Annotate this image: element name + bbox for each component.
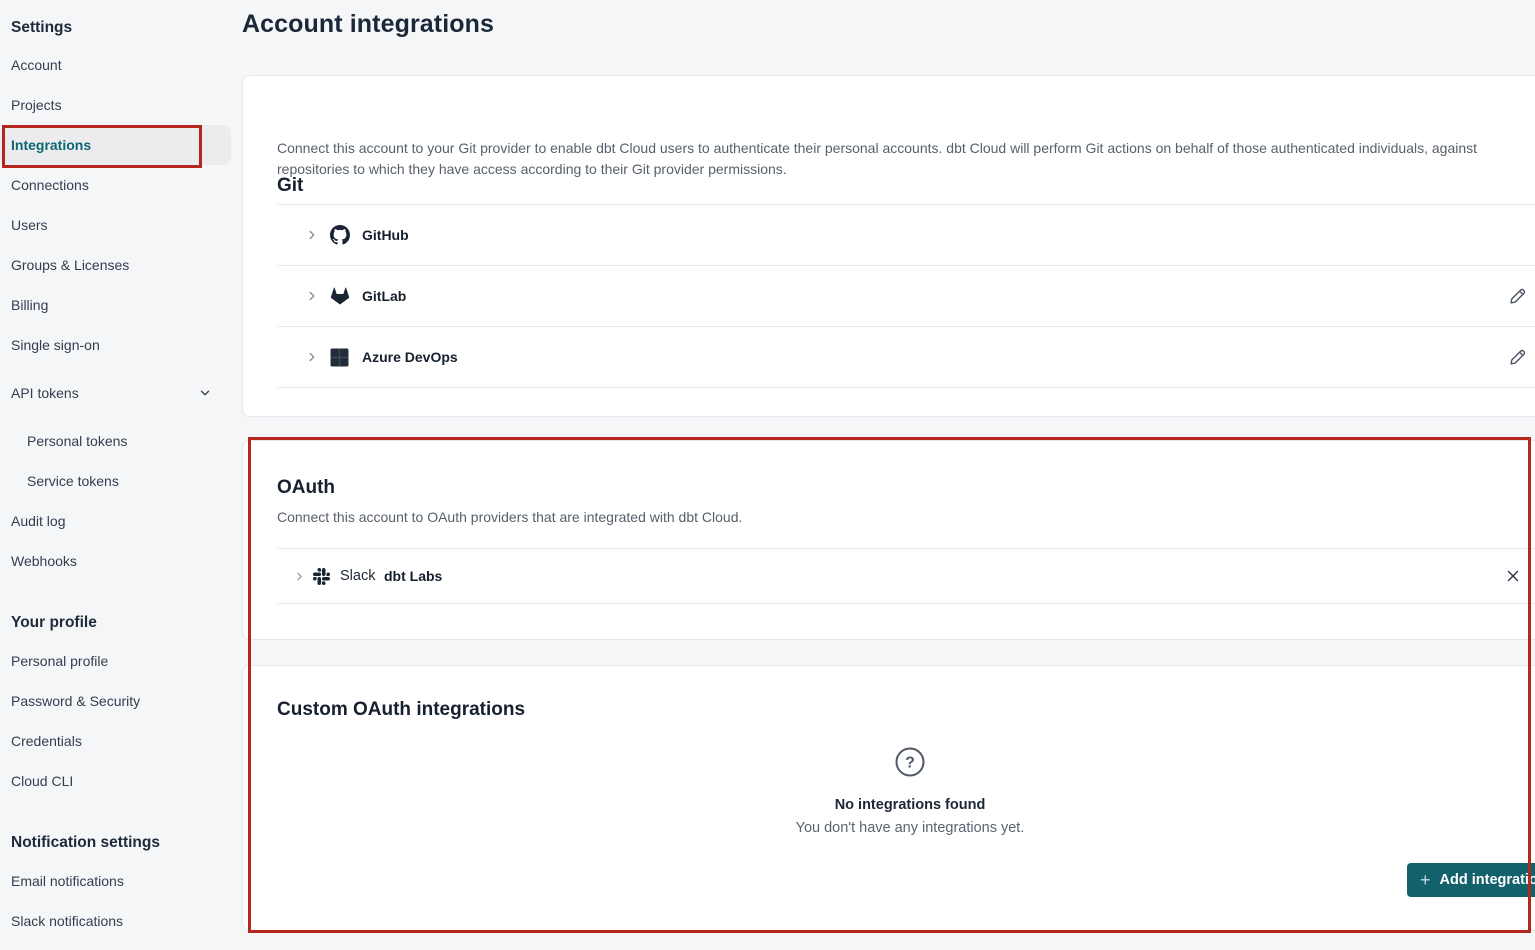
add-integration-button[interactable]: + Add integration (1407, 863, 1535, 897)
edit-pencil-icon[interactable] (1509, 288, 1526, 305)
plus-icon: + (1420, 871, 1431, 889)
sidebar-item-password-security[interactable]: Password & Security (11, 681, 226, 721)
add-integration-label: Add integration (1440, 872, 1535, 888)
github-icon (330, 225, 350, 245)
git-row-azure-devops[interactable]: Azure DevOps (277, 326, 1535, 387)
empty-state: ? No integrations found You don't have a… (760, 746, 1060, 836)
sidebar-item-credentials[interactable]: Credentials (11, 721, 226, 761)
chevron-right-icon[interactable] (305, 228, 319, 242)
custom-oauth-card: Custom OAuth integrations ? No integrati… (242, 665, 1535, 931)
git-card-description: Connect this account to your Git provide… (277, 138, 1535, 180)
oauth-card: OAuth Connect this account to OAuth prov… (242, 440, 1535, 640)
close-icon[interactable] (1505, 568, 1521, 584)
gitlab-icon (330, 286, 350, 306)
sidebar-item-billing[interactable]: Billing (11, 285, 226, 325)
oauth-provider-list: Slack dbt Labs (277, 548, 1535, 604)
sidebar-item-connections[interactable]: Connections (11, 165, 226, 205)
sidebar-item-personal-profile[interactable]: Personal profile (11, 641, 226, 681)
custom-card-title: Custom OAuth integrations (277, 699, 525, 721)
settings-sidebar: Settings Account Projects Integrations C… (0, 0, 242, 950)
git-provider-list: GitHub GitLab Azure DevOps (277, 204, 1535, 388)
chevron-right-icon[interactable] (305, 350, 319, 364)
chevron-right-icon[interactable] (293, 570, 306, 583)
sidebar-heading-settings: Settings (11, 16, 72, 40)
git-row-gitlab[interactable]: GitLab (277, 265, 1535, 326)
chevron-right-icon[interactable] (305, 289, 319, 303)
sidebar-item-email-notifications[interactable]: Email notifications (11, 861, 226, 901)
oauth-row-slack[interactable]: Slack dbt Labs (277, 548, 1535, 604)
edit-pencil-icon[interactable] (1509, 349, 1526, 366)
sidebar-item-api-tokens[interactable]: API tokens (11, 373, 226, 413)
sidebar-item-service-tokens[interactable]: Service tokens (27, 461, 242, 501)
sidebar-item-groups-licenses[interactable]: Groups & Licenses (11, 245, 226, 285)
sidebar-item-single-sign-on[interactable]: Single sign-on (11, 325, 226, 365)
oauth-account-name: dbt Labs (384, 568, 442, 584)
sidebar-heading-notification-settings: Notification settings (11, 831, 160, 855)
page-title: Account integrations (242, 10, 494, 39)
sidebar-item-integrations[interactable]: Integrations (11, 125, 226, 165)
chevron-down-icon (198, 386, 212, 400)
sidebar-item-cloud-cli[interactable]: Cloud CLI (11, 761, 226, 801)
git-row-label: Azure DevOps (362, 349, 458, 365)
oauth-card-description: Connect this account to OAuth providers … (277, 507, 1535, 528)
question-circle-icon: ? (894, 746, 926, 778)
sidebar-item-audit-log[interactable]: Audit log (11, 501, 226, 541)
git-integrations-card: Git Connect this account to your Git pro… (242, 75, 1535, 417)
svg-text:?: ? (905, 755, 915, 772)
sidebar-item-personal-tokens[interactable]: Personal tokens (27, 421, 242, 461)
sidebar-item-label: API tokens (11, 385, 79, 401)
sidebar-heading-your-profile: Your profile (11, 611, 97, 635)
empty-state-title: No integrations found (760, 797, 1060, 813)
git-row-label: GitLab (362, 288, 406, 304)
sidebar-item-projects[interactable]: Projects (11, 85, 226, 125)
slack-icon (313, 568, 330, 585)
sidebar-item-account[interactable]: Account (11, 45, 226, 85)
empty-state-subtitle: You don't have any integrations yet. (760, 820, 1060, 836)
sidebar-item-webhooks[interactable]: Webhooks (11, 541, 226, 581)
azure-devops-icon (330, 348, 349, 367)
sidebar-item-slack-notifications[interactable]: Slack notifications (11, 901, 226, 941)
oauth-card-title: OAuth (277, 477, 335, 499)
sidebar-item-users[interactable]: Users (11, 205, 226, 245)
git-row-label: GitHub (362, 227, 409, 243)
git-row-github[interactable]: GitHub (277, 204, 1535, 265)
oauth-provider-label: Slack (340, 568, 375, 584)
